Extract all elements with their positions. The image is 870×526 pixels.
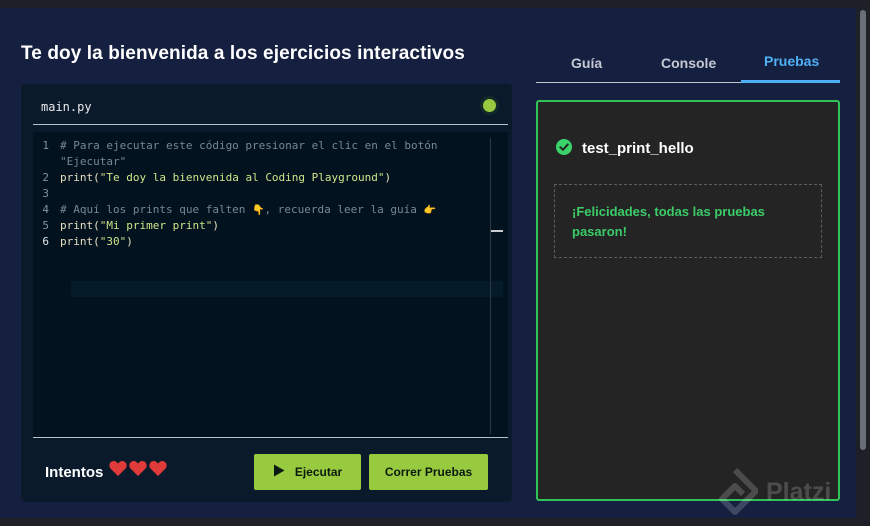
code-token: "Te doy la bienvenida al Coding Playgrou… — [99, 171, 385, 184]
platzi-logo-icon — [719, 468, 758, 515]
line-number: 1 — [42, 139, 49, 152]
code-text: "Ejecutar" — [60, 154, 126, 170]
code-line: 1 # Para ejecutar este código presionar e… — [33, 138, 503, 154]
run-tests-button-label: Correr Pruebas — [384, 465, 473, 479]
test-results-panel: test_print_hello ¡Felicidades, todas las… — [536, 100, 840, 501]
editor-divider-bottom — [33, 437, 508, 438]
code-line: 3 — [33, 186, 503, 202]
code-line: 4 # Aquí los prints que falten 👇, recuerd… — [33, 202, 503, 218]
code-token: print( — [60, 219, 100, 232]
page-scrollbar-thumb[interactable] — [860, 10, 866, 450]
code-scrollbar-track[interactable] — [490, 138, 491, 434]
heart-icon — [149, 460, 167, 477]
tab-pruebas[interactable]: Pruebas — [764, 53, 819, 69]
code-token: print( — [60, 171, 100, 184]
code-line: "Ejecutar" — [33, 154, 503, 170]
code-text: # Para ejecutar este código presionar el… — [60, 138, 438, 154]
code-token: ) — [126, 235, 133, 248]
code-text: # Aquí los prints que falten 👇, recuerda… — [60, 202, 436, 219]
run-button[interactable]: Ejecutar — [254, 454, 361, 490]
code-text: print("Te doy la bienvenida al Coding Pl… — [60, 170, 391, 186]
tab-console[interactable]: Console — [661, 55, 716, 71]
code-token: "30" — [99, 235, 127, 248]
watermark-text: Platzi — [766, 478, 832, 506]
code-line: 6 print("30") — [33, 234, 503, 250]
code-token: ) — [384, 171, 392, 184]
code-text: print("Mi primer print") — [60, 218, 219, 234]
code-scrollbar-marker[interactable] — [491, 230, 503, 232]
editor-divider-top — [33, 124, 508, 125]
code-editor: main.py 1 # Para ejecutar este código pre… — [21, 84, 512, 502]
line-number: 4 — [42, 203, 49, 216]
active-line-highlight — [71, 281, 503, 297]
tab-guia[interactable]: Guía — [571, 55, 602, 71]
result-message: ¡Felicidades, todas las pruebas pasaron! — [572, 204, 765, 239]
code-line: 5 print("Mi primer print") — [33, 218, 503, 234]
line-number: 6 — [42, 235, 49, 248]
page-title: Te doy la bienvenida a los ejercicios in… — [21, 43, 465, 64]
line-number: 2 — [42, 171, 49, 184]
line-number: 3 — [42, 187, 49, 200]
heart-icon — [109, 460, 127, 477]
emoji-icon: 👉 — [423, 205, 436, 216]
attempts-label: Intentos — [45, 464, 104, 481]
code-area[interactable]: 1 # Para ejecutar este código presionar e… — [33, 132, 508, 437]
code-token: , recuerda leer la guía — [264, 203, 424, 216]
heart-icon — [129, 460, 147, 477]
check-circle-icon — [556, 139, 572, 155]
test-name: test_print_hello — [582, 140, 694, 157]
line-number: 5 — [42, 219, 49, 232]
run-button-label: Ejecutar — [294, 465, 343, 479]
code-text: print("30") — [60, 234, 133, 250]
code-token: # Para ejecutar este código presionar el… — [60, 139, 438, 152]
page-scrollbar[interactable] — [856, 8, 870, 518]
status-indicator-icon — [483, 99, 496, 112]
run-tests-button[interactable]: Correr Pruebas — [369, 454, 488, 490]
code-line: 2 print("Te doy la bienvenida al Coding P… — [33, 170, 503, 186]
file-tab[interactable]: main.py — [41, 100, 92, 114]
code-token: ) — [212, 219, 219, 232]
active-tab-indicator — [741, 80, 840, 83]
code-token: # Aquí los prints que falten — [60, 203, 253, 216]
emoji-icon: 👇 — [252, 205, 265, 216]
code-token: "Ejecutar" — [60, 155, 127, 168]
play-icon — [273, 464, 285, 480]
code-token: "Mi primer print" — [99, 219, 213, 232]
result-message-box: ¡Felicidades, todas las pruebas pasaron! — [554, 184, 822, 258]
code-token: print( — [60, 235, 100, 248]
